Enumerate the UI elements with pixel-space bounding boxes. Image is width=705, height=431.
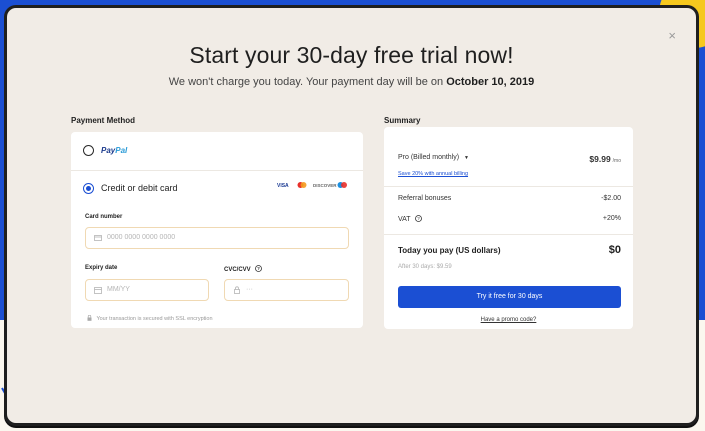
svg-text:?: ? xyxy=(418,216,421,221)
start-trial-button[interactable]: Try it free for 30 days xyxy=(398,286,621,308)
subtitle-text: We won't charge you today. Your payment … xyxy=(168,76,444,88)
today-label: Today you pay (US dollars) xyxy=(398,246,501,255)
payment-method-label: Payment Method xyxy=(71,116,136,125)
mastercard-icon xyxy=(297,182,307,188)
trial-modal: × Start your 30-day free trial now! We w… xyxy=(4,5,699,426)
plan-period: /mo xyxy=(612,158,621,164)
cvc-input[interactable]: ··· xyxy=(224,279,349,301)
vat-label: VAT xyxy=(398,216,411,223)
card-icon xyxy=(94,235,102,241)
card-number-input[interactable]: 0000 0000 0000 0000 xyxy=(85,227,349,249)
expiry-placeholder: MM/YY xyxy=(107,286,130,293)
summary-card: Pro (Billed monthly) ▼ $9.99 /mo Save 20… xyxy=(384,127,633,329)
help-icon[interactable]: ? xyxy=(415,215,423,222)
paypal-logo-a: Pay xyxy=(101,146,116,155)
expiry-input[interactable]: MM/YY xyxy=(85,279,209,301)
modal-subtitle: We won't charge you today. Your payment … xyxy=(7,76,696,88)
modal-title: Start your 30-day free trial now! xyxy=(189,42,514,68)
paypal-radio[interactable] xyxy=(83,145,94,156)
divider xyxy=(71,170,363,171)
vat-row: VAT ? +20% xyxy=(398,215,621,223)
secure-note-text: Your transaction is secured with SSL enc… xyxy=(96,316,213,322)
paypal-logo-b: Pal xyxy=(115,146,128,155)
secure-note: Your transaction is secured with SSL enc… xyxy=(87,314,213,322)
maestro-icon xyxy=(337,182,347,188)
paypal-logo: PayPal xyxy=(101,146,127,155)
today-row: Today you pay (US dollars) $0 xyxy=(398,244,621,256)
referral-label: Referral bonuses xyxy=(398,195,452,202)
today-value: $0 xyxy=(608,244,621,256)
cvc-label-text: CVC/CVV xyxy=(224,267,251,273)
chevron-down-icon: ▼ xyxy=(464,155,469,161)
plan-label: Pro (Billed monthly) xyxy=(398,154,460,161)
calendar-icon xyxy=(94,287,102,294)
after-trial-note: After 30 days: $9.59 xyxy=(398,264,452,270)
annual-billing-link[interactable]: Save 20% with annual billing xyxy=(398,171,468,177)
vat-value: +20% xyxy=(602,215,621,222)
card-radio[interactable] xyxy=(83,183,94,194)
close-icon[interactable]: × xyxy=(668,28,676,43)
plan-row: Pro (Billed monthly) ▼ $9.99 /mo xyxy=(398,154,621,164)
lock-icon xyxy=(234,286,240,294)
visa-icon: VISA xyxy=(277,183,289,189)
card-number-placeholder: 0000 0000 0000 0000 xyxy=(107,234,176,241)
plan-price: $9.99 xyxy=(589,154,611,164)
divider xyxy=(384,186,633,187)
divider xyxy=(384,234,633,235)
lock-icon xyxy=(87,314,92,321)
help-icon[interactable]: ? xyxy=(255,265,263,272)
card-number-label: Card number xyxy=(85,214,123,220)
promo-code-link[interactable]: Have a promo code? xyxy=(384,317,633,323)
referral-value: -$2.00 xyxy=(601,195,621,202)
payment-method-card: PayPal Credit or debit card VISA DISCOVE… xyxy=(71,132,363,328)
card-option-label: Credit or debit card xyxy=(101,183,178,193)
payment-date: October 10, 2019 xyxy=(446,76,535,88)
cvc-label: CVC/CVV ? xyxy=(224,265,263,273)
referral-row: Referral bonuses -$2.00 xyxy=(398,195,621,202)
svg-text:?: ? xyxy=(257,266,260,271)
discover-icon: DISCOVER xyxy=(313,183,337,188)
expiry-label: Expiry date xyxy=(85,265,118,271)
plan-selector[interactable]: Pro (Billed monthly) ▼ xyxy=(398,154,469,161)
summary-label: Summary xyxy=(384,116,421,125)
plan-price-group: $9.99 /mo xyxy=(589,154,621,164)
cvc-placeholder: ··· xyxy=(246,286,253,293)
